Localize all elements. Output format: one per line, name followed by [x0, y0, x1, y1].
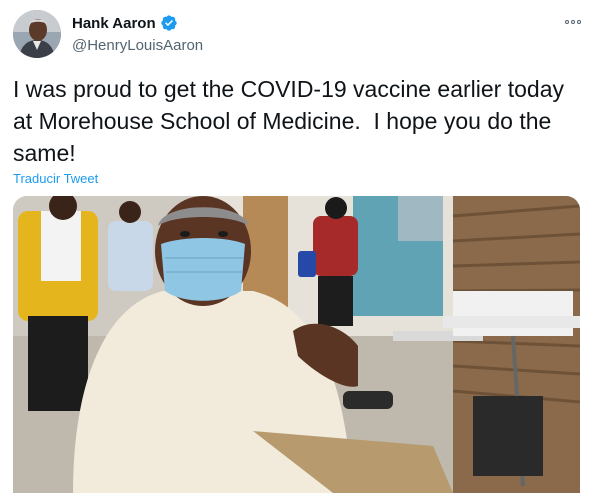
tweet-text: I was proud to get the COVID-19 vaccine …: [13, 76, 565, 166]
author-display-name[interactable]: Hank Aaron: [72, 15, 156, 32]
author-avatar[interactable]: [13, 10, 61, 58]
translate-tweet-link[interactable]: Traducir Tweet: [13, 171, 98, 186]
author-handle[interactable]: @HenryLouisAaron: [72, 37, 203, 54]
more-dot: [571, 20, 575, 24]
verified-badge-icon: [160, 14, 178, 32]
tweet-photo[interactable]: [13, 196, 580, 493]
more-dot: [577, 20, 581, 24]
more-dot: [565, 20, 569, 24]
author-name-row: Hank Aaron: [72, 14, 178, 32]
more-options-icon[interactable]: [562, 14, 584, 30]
